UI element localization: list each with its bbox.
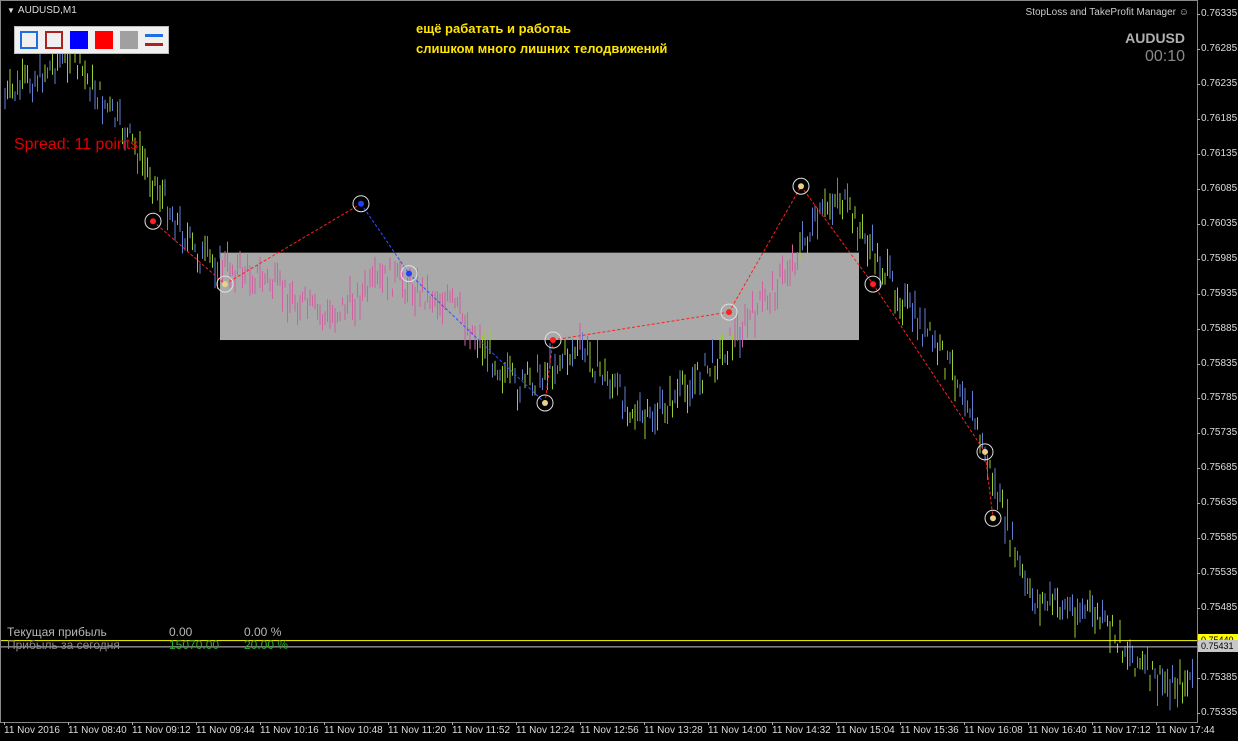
trade-marker-close (982, 448, 988, 455)
price-tick: 0.75985 (1196, 252, 1238, 264)
time-tick: 11 Nov 10:48 (324, 722, 383, 736)
lines-icon-button[interactable] (145, 31, 163, 49)
price-axis: 0.76335 0.76285 0.76235 0.76185 0.76135 0.760… (1196, 0, 1238, 741)
symbol-name: AUDUSD (1125, 30, 1185, 46)
today-profit-label: Прибыль за сегодня (7, 638, 120, 652)
price-tick: 0.76035 (1196, 217, 1238, 229)
time-tick: 11 Nov 17:12 (1092, 722, 1151, 736)
time-tick: 11 Nov 11:52 (452, 722, 511, 736)
trade-marker-sell (150, 218, 156, 225)
price-tick: 0.75785 (1196, 392, 1238, 404)
today-profit-percent: 20.00 % (244, 638, 289, 652)
lines-icon (145, 34, 163, 46)
indicator-name: StopLoss and TakeProfit Manager ☺ (1025, 7, 1189, 18)
trade-link-line (152, 220, 226, 285)
time-tick: 11 Nov 16:08 (964, 722, 1023, 736)
price-tick: 0.75635 (1196, 497, 1238, 509)
symbol-timeframe-label: AUDUSD,M1 (17, 5, 77, 16)
solid-gray-button[interactable] (120, 31, 138, 49)
time-tick: 11 Nov 08:40 (68, 722, 127, 736)
price-tick: 0.75685 (1196, 462, 1238, 474)
time-tick: 11 Nov 15:36 (900, 722, 959, 736)
trade-marker-close (542, 399, 548, 406)
time-tick: 11 Nov 09:44 (196, 722, 255, 736)
price-tick: 0.75335 (1196, 707, 1238, 718)
price-tick: 0.75835 (1196, 357, 1238, 369)
time-tick: 11 Nov 16:40 (1028, 722, 1087, 736)
time-tick: 11 Nov 14:00 (708, 722, 767, 736)
chart-area[interactable]: ▼ AUDUSD,M1 StopLoss and TakeProfit Manag… (0, 0, 1198, 723)
price-tick: 0.75935 (1196, 287, 1238, 299)
price-tick: 0.76335 (1196, 8, 1238, 19)
outline-red-button[interactable] (45, 31, 63, 49)
bar-timer: 00:10 (1144, 48, 1185, 65)
color-panel (14, 26, 169, 54)
trade-link-line (872, 283, 986, 453)
solid-blue-button[interactable] (70, 31, 88, 49)
symbol-caption: ▼ AUDUSD,M1 (7, 5, 77, 16)
current-profit-percent: 0.00 % (244, 625, 282, 639)
time-tick: 11 Nov 13:28 (644, 722, 703, 736)
annotation-line-1: ещё рабатать и работаь (416, 21, 572, 36)
time-tick: 11 Nov 14:32 (772, 722, 831, 736)
price-zone-rect (220, 252, 859, 341)
trade-marker-buy (358, 200, 364, 207)
trade-marker-close (990, 515, 996, 522)
price-tick: 0.75885 (1196, 322, 1238, 334)
price-tick: 0.76185 (1196, 112, 1238, 124)
current-profit-label: Текущая прибыль (7, 625, 107, 639)
annotation-line-2: слишком много лишних телодвижений (416, 41, 668, 56)
time-axis: 11 Nov 2016 11 Nov 08:40 11 Nov 09:12 11 No… (0, 722, 1215, 741)
time-tick: 11 Nov 11:20 (388, 722, 447, 736)
price-tick: 0.75535 (1196, 567, 1238, 579)
time-tick: 11 Nov 17:44 (1156, 722, 1215, 736)
time-tick: 11 Nov 10:16 (260, 722, 319, 736)
chart-svg (1, 36, 1197, 711)
time-tick: 11 Nov 12:24 (516, 722, 575, 736)
trade-link-line (544, 339, 554, 404)
price-tick: 0.76285 (1196, 42, 1238, 54)
trade-marker-sell (550, 337, 556, 344)
trade-marker-close (798, 183, 804, 190)
time-tick: 11 Nov 15:04 (836, 722, 895, 736)
price-tick: 0.75585 (1196, 532, 1238, 544)
ask-price-label: 0.75431 (1198, 639, 1238, 652)
trade-marker-close (222, 281, 228, 288)
price-tick: 0.75735 (1196, 427, 1238, 439)
time-tick: 11 Nov 09:12 (132, 722, 191, 736)
price-tick: 0.76085 (1196, 182, 1238, 194)
price-tick: 0.75385 (1196, 672, 1238, 684)
price-tick: 0.76235 (1196, 77, 1238, 89)
trade-marker-sell (870, 281, 876, 288)
time-tick: 11 Nov 2016 (4, 722, 60, 736)
caption-dropdown-icon[interactable]: ▼ (7, 6, 15, 15)
today-profit-value: 15070.00 (169, 638, 220, 652)
trade-link-line (984, 451, 994, 519)
trade-marker-buy (406, 270, 412, 277)
price-tick: 0.76135 (1196, 147, 1238, 159)
trade-marker-sell (726, 309, 732, 316)
solid-red-button[interactable] (95, 31, 113, 49)
time-tick: 11 Nov 12:56 (580, 722, 639, 736)
spread-label: Spread: 11 points (14, 136, 139, 153)
current-profit-value: 0.00 (169, 625, 193, 639)
outline-blue-button[interactable] (20, 31, 38, 49)
price-tick: 0.75485 (1196, 602, 1238, 614)
